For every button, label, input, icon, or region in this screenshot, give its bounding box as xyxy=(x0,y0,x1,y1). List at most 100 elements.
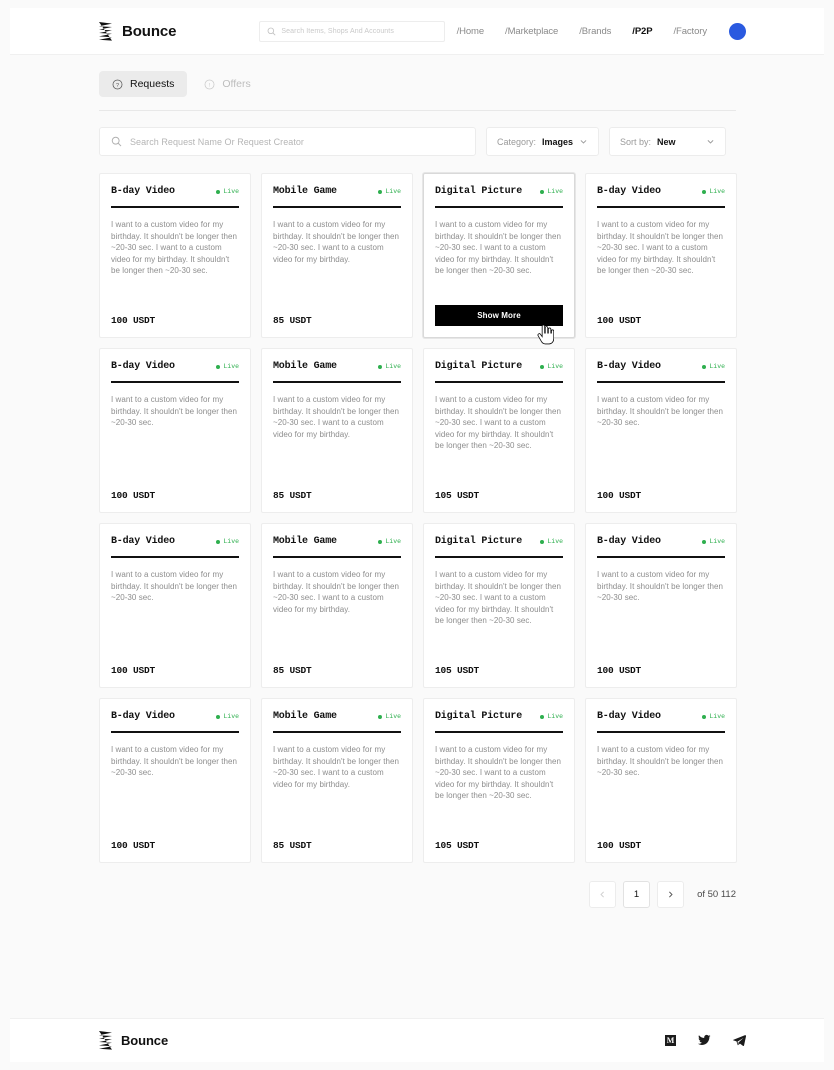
brand-logo[interactable]: Bounce xyxy=(98,21,177,41)
tab-requests[interactable]: ? Requests xyxy=(99,71,188,97)
request-card-price: 105 USDT xyxy=(435,665,480,676)
status-dot-icon xyxy=(540,189,545,194)
request-card-description: I want to a custom video for my birthday… xyxy=(435,395,561,451)
global-search-input[interactable]: Search Items, Shops And Accounts xyxy=(259,20,446,42)
status-badge: Live xyxy=(216,713,239,720)
nav-item-home[interactable]: /Home xyxy=(457,26,485,37)
footer-brand-logo[interactable]: Bounce xyxy=(98,1031,168,1050)
request-card[interactable]: Mobile Game Live I want to a custom video … xyxy=(261,173,413,338)
show-more-button[interactable]: Show More xyxy=(435,305,563,326)
status-dot-icon xyxy=(378,539,383,544)
status-dot-icon xyxy=(702,364,707,369)
request-card[interactable]: Digital Picture Live I want to a custom vi… xyxy=(423,173,575,345)
request-card-description: I want to a custom video for my birthday… xyxy=(597,745,723,778)
request-card[interactable]: B-day Video Live I want to a custom video … xyxy=(99,348,251,513)
chevron-right-icon xyxy=(669,891,673,898)
status-badge-label: Live xyxy=(709,363,725,370)
request-card-price: 85 USDT xyxy=(273,315,312,326)
tab-requests-label: Requests xyxy=(130,78,175,90)
main-nav: /Home /Marketplace /Brands /P2P /Factory xyxy=(457,26,708,37)
nav-item-brands[interactable]: /Brands xyxy=(579,26,611,37)
request-card-divider xyxy=(597,556,725,558)
category-select[interactable]: Category: Images xyxy=(486,127,599,156)
request-card-price: 85 USDT xyxy=(273,840,312,851)
telegram-icon[interactable] xyxy=(733,1034,746,1047)
bounce-zigzag-logo-icon xyxy=(99,1031,112,1050)
request-card-divider xyxy=(435,206,563,208)
status-badge-label: Live xyxy=(223,713,239,720)
status-badge-label: Live xyxy=(709,538,725,545)
tab-offers[interactable]: ! Offers xyxy=(191,71,263,97)
sort-select[interactable]: Sort by: New xyxy=(609,127,726,156)
request-card[interactable]: B-day Video Live I want to a custom video … xyxy=(99,173,251,338)
nav-item-factory[interactable]: /Factory xyxy=(673,26,707,37)
request-card-price: 105 USDT xyxy=(435,840,480,851)
request-card-footer: 105 USDT xyxy=(435,665,563,676)
request-card-description: I want to a custom video for my birthday… xyxy=(435,745,561,801)
global-search-placeholder: Search Items, Shops And Accounts xyxy=(281,27,394,35)
request-search-placeholder: Search Request Name Or Request Creator xyxy=(130,136,304,147)
request-card[interactable]: B-day Video Live I want to a custom video … xyxy=(585,173,737,338)
request-card[interactable]: Digital Picture Live I want to a custom vi… xyxy=(423,698,575,863)
request-card-price: 100 USDT xyxy=(597,840,642,851)
chevron-down-icon xyxy=(580,140,587,144)
request-card-title: B-day Video xyxy=(111,361,175,372)
request-card[interactable]: Mobile Game Live I want to a custom video … xyxy=(261,698,413,863)
pagination-next-button[interactable] xyxy=(657,881,685,908)
request-card-footer: 105 USDT xyxy=(435,490,563,501)
request-card-title: B-day Video xyxy=(111,186,175,197)
request-card-description: I want to a custom video for my birthday… xyxy=(111,570,237,603)
request-search-input[interactable]: Search Request Name Or Request Creator xyxy=(99,127,476,156)
user-avatar[interactable] xyxy=(729,22,746,40)
request-card[interactable]: B-day Video Live I want to a custom video … xyxy=(585,348,737,513)
status-badge: Live xyxy=(540,188,563,195)
category-value: Images xyxy=(542,136,574,147)
status-dot-icon xyxy=(540,364,545,369)
request-card[interactable]: B-day Video Live I want to a custom video … xyxy=(585,698,737,863)
status-badge: Live xyxy=(378,538,401,545)
twitter-icon[interactable] xyxy=(698,1034,711,1047)
request-card-description: I want to a custom video for my birthday… xyxy=(435,220,561,276)
request-card-footer: 100 USDT xyxy=(111,315,239,326)
request-card-header: B-day Video Live xyxy=(111,186,239,197)
status-badge-label: Live xyxy=(385,363,401,370)
request-card-divider xyxy=(111,731,239,733)
status-badge-label: Live xyxy=(223,538,239,545)
status-badge: Live xyxy=(540,713,563,720)
request-card-footer: 85 USDT xyxy=(273,665,401,676)
status-badge: Live xyxy=(378,363,401,370)
request-card-header: Mobile Game Live xyxy=(273,361,401,372)
request-card-header: Digital Picture Live xyxy=(435,186,563,197)
request-card-price: 100 USDT xyxy=(111,315,156,326)
request-card[interactable]: B-day Video Live I want to a custom video … xyxy=(99,698,251,863)
request-card-divider xyxy=(435,381,563,383)
nav-item-p2p[interactable]: /P2P xyxy=(632,26,652,37)
request-card[interactable]: Digital Picture Live I want to a custom vi… xyxy=(423,523,575,688)
request-card[interactable]: Mobile Game Live I want to a custom video … xyxy=(261,523,413,688)
request-card-divider xyxy=(597,381,725,383)
request-card[interactable]: Mobile Game Live I want to a custom video … xyxy=(261,348,413,513)
request-card-header: B-day Video Live xyxy=(597,361,725,372)
request-card[interactable]: Digital Picture Live I want to a custom vi… xyxy=(423,348,575,513)
status-badge: Live xyxy=(378,713,401,720)
status-badge-label: Live xyxy=(385,713,401,720)
pagination-prev-button[interactable] xyxy=(589,881,617,908)
pagination-page-1[interactable]: 1 xyxy=(623,881,651,908)
medium-icon[interactable]: M xyxy=(665,1035,676,1046)
request-card-header: Mobile Game Live xyxy=(273,536,401,547)
status-badge-label: Live xyxy=(547,713,563,720)
status-dot-icon xyxy=(378,364,383,369)
request-card-title: Digital Picture xyxy=(435,361,523,372)
request-card-title: Mobile Game xyxy=(273,711,337,722)
tab-bar: ? Requests ! Offers xyxy=(99,55,736,97)
request-card[interactable]: B-day Video Live I want to a custom video … xyxy=(585,523,737,688)
exclamation-circle-icon: ! xyxy=(204,79,215,89)
nav-item-marketplace[interactable]: /Marketplace xyxy=(505,26,558,37)
request-card-price: 85 USDT xyxy=(273,665,312,676)
request-card-description: I want to a custom video for my birthday… xyxy=(111,745,237,778)
pagination: 1 of 50 112 xyxy=(99,881,736,908)
request-card[interactable]: B-day Video Live I want to a custom video … xyxy=(99,523,251,688)
request-card-header: B-day Video Live xyxy=(597,186,725,197)
request-card-title: Digital Picture xyxy=(435,186,523,197)
status-badge: Live xyxy=(216,188,239,195)
